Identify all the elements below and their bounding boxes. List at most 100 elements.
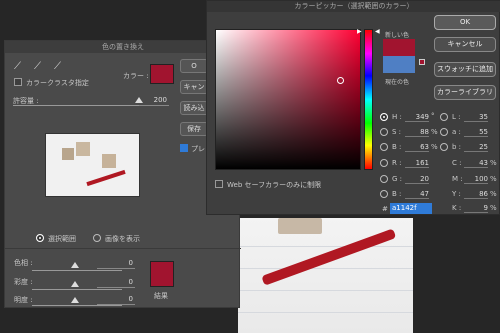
eyedropper-plus-icon[interactable]: ⟋ [34, 61, 41, 72]
replace-save-button[interactable]: 保存 [180, 122, 208, 136]
color-picker-dialog: カラーピッカー（選択範囲のカラー） ▶ ◀ 新しい色 現在の色 OK キャンセル… [206, 0, 500, 215]
brightness-field[interactable]: 63 [405, 142, 429, 152]
divider [5, 248, 241, 249]
red-field-label: R : [392, 159, 402, 167]
cancel-button[interactable]: キャンセル [434, 37, 496, 52]
cyan-field-label: C : [452, 159, 462, 167]
yellow-field-unit: % [490, 190, 497, 198]
magenta-field-label: M : [452, 175, 463, 183]
green-radio[interactable] [380, 175, 388, 183]
hue-arrow-right-icon[interactable]: ◀ [375, 28, 380, 35]
yellow-field-label: Y : [452, 190, 461, 198]
lightness-slider-track[interactable] [32, 305, 122, 306]
eyedropper-minus-icon[interactable]: ⟋ [54, 61, 61, 72]
house-shape [62, 148, 74, 160]
a-field[interactable]: 55 [464, 127, 488, 137]
house-shape [102, 154, 116, 168]
wooden-house-shape [278, 218, 322, 234]
l-field-label: L : [452, 113, 461, 121]
hex-field[interactable]: a1142f [390, 203, 432, 214]
result-color-swatch[interactable] [150, 261, 174, 287]
replace-cancel-button[interactable]: キャン [180, 80, 208, 94]
yellow-field[interactable]: 86 [464, 189, 488, 199]
image-label: 画像を表示 [105, 235, 140, 243]
hue-value[interactable]: 0 [97, 258, 135, 269]
lightness-label: 明度 : [14, 296, 33, 304]
a-radio[interactable] [440, 128, 448, 136]
l-field[interactable]: 35 [464, 112, 488, 122]
cyan-field-unit: % [490, 159, 497, 167]
hue-strip[interactable] [364, 29, 373, 170]
current-color-swatch[interactable] [383, 56, 415, 73]
new-color-label: 新しい色 [385, 32, 410, 39]
black-field-unit: % [490, 204, 497, 212]
saturation-radio[interactable] [380, 128, 388, 136]
black-field-label: K : [452, 204, 462, 212]
blue-field[interactable]: 47 [405, 189, 429, 199]
tolerance-slider-track[interactable] [13, 105, 143, 106]
color-field-marker[interactable] [337, 77, 344, 84]
hue-field-unit: ° [431, 112, 435, 120]
saturation-value[interactable]: 0 [97, 277, 135, 288]
color-cluster-label: カラークラスタ指定 [26, 79, 89, 87]
document-photo [238, 218, 413, 333]
b-radio[interactable] [440, 143, 448, 151]
saturation-label: 彩度 : [14, 278, 33, 286]
color-cluster-checkbox[interactable] [14, 78, 22, 86]
cyan-field[interactable]: 43 [464, 158, 488, 168]
saturation-field-label: S : [392, 128, 402, 136]
replace-ok-button[interactable]: O [180, 59, 208, 73]
saturation-slider-thumb[interactable] [71, 281, 79, 287]
brightness-radio[interactable] [380, 143, 388, 151]
image-radio[interactable] [93, 234, 101, 242]
lightness-value[interactable]: 0 [97, 294, 135, 305]
red-field[interactable]: 161 [405, 158, 429, 168]
magenta-field[interactable]: 100 [464, 174, 488, 184]
green-field[interactable]: 20 [405, 174, 429, 184]
eyedropper-icon[interactable]: ⟋ [14, 61, 21, 72]
new-color-swatch [383, 39, 415, 56]
hue-field[interactable]: 349 [405, 112, 429, 122]
hue-label: 色相 : [14, 259, 33, 267]
black-field[interactable]: 9 [464, 203, 488, 213]
hue-radio[interactable] [380, 113, 388, 121]
ok-button[interactable]: OK [434, 15, 496, 30]
a-field-label: a : [452, 128, 461, 136]
hue-field-label: H : [392, 113, 402, 121]
dialog-title: カラーピッカー（選択範囲のカラー） [207, 1, 500, 12]
current-color-label: 現在の色 [385, 79, 410, 86]
b-field-label: b : [452, 143, 462, 151]
l-radio[interactable] [440, 113, 448, 121]
house-shape [76, 142, 90, 156]
pen-shape [86, 169, 126, 187]
blue-radio[interactable] [380, 190, 388, 198]
magenta-field-unit: % [490, 175, 497, 183]
hex-label: # [382, 205, 388, 213]
lightness-slider-thumb[interactable] [71, 297, 79, 303]
red-radio[interactable] [380, 159, 388, 167]
web-only-label: Web セーフカラーのみに制限 [227, 181, 322, 189]
color-library-button[interactable]: カラーライブラリ [434, 85, 496, 100]
add-swatch-button[interactable]: スウォッチに追加 [434, 62, 496, 77]
hue-slider-track[interactable] [32, 270, 122, 271]
saturation-field[interactable]: 88 [405, 127, 429, 137]
b-field[interactable]: 25 [464, 142, 488, 152]
selection-label: 選択範囲 [48, 235, 76, 243]
color-label: カラー : [123, 72, 149, 80]
saturation-slider-track[interactable] [32, 289, 122, 290]
preview-checkbox[interactable] [180, 144, 188, 152]
green-field-label: G : [392, 175, 403, 183]
selection-radio[interactable] [36, 234, 44, 242]
web-safe-icon[interactable] [419, 59, 425, 65]
brightness-field-unit: % [431, 143, 438, 151]
red-pen-shape [261, 228, 397, 286]
tolerance-value[interactable]: 200 [139, 95, 169, 106]
saturation-field-unit: % [431, 128, 438, 136]
color-field[interactable] [215, 29, 361, 170]
replace-load-button[interactable]: 読み込 [180, 101, 208, 115]
web-only-checkbox[interactable] [215, 180, 223, 188]
selection-preview-image [45, 133, 140, 197]
selected-color-swatch[interactable] [150, 64, 174, 84]
hue-arrow-left-icon[interactable]: ▶ [357, 28, 362, 35]
hue-slider-thumb[interactable] [71, 262, 79, 268]
